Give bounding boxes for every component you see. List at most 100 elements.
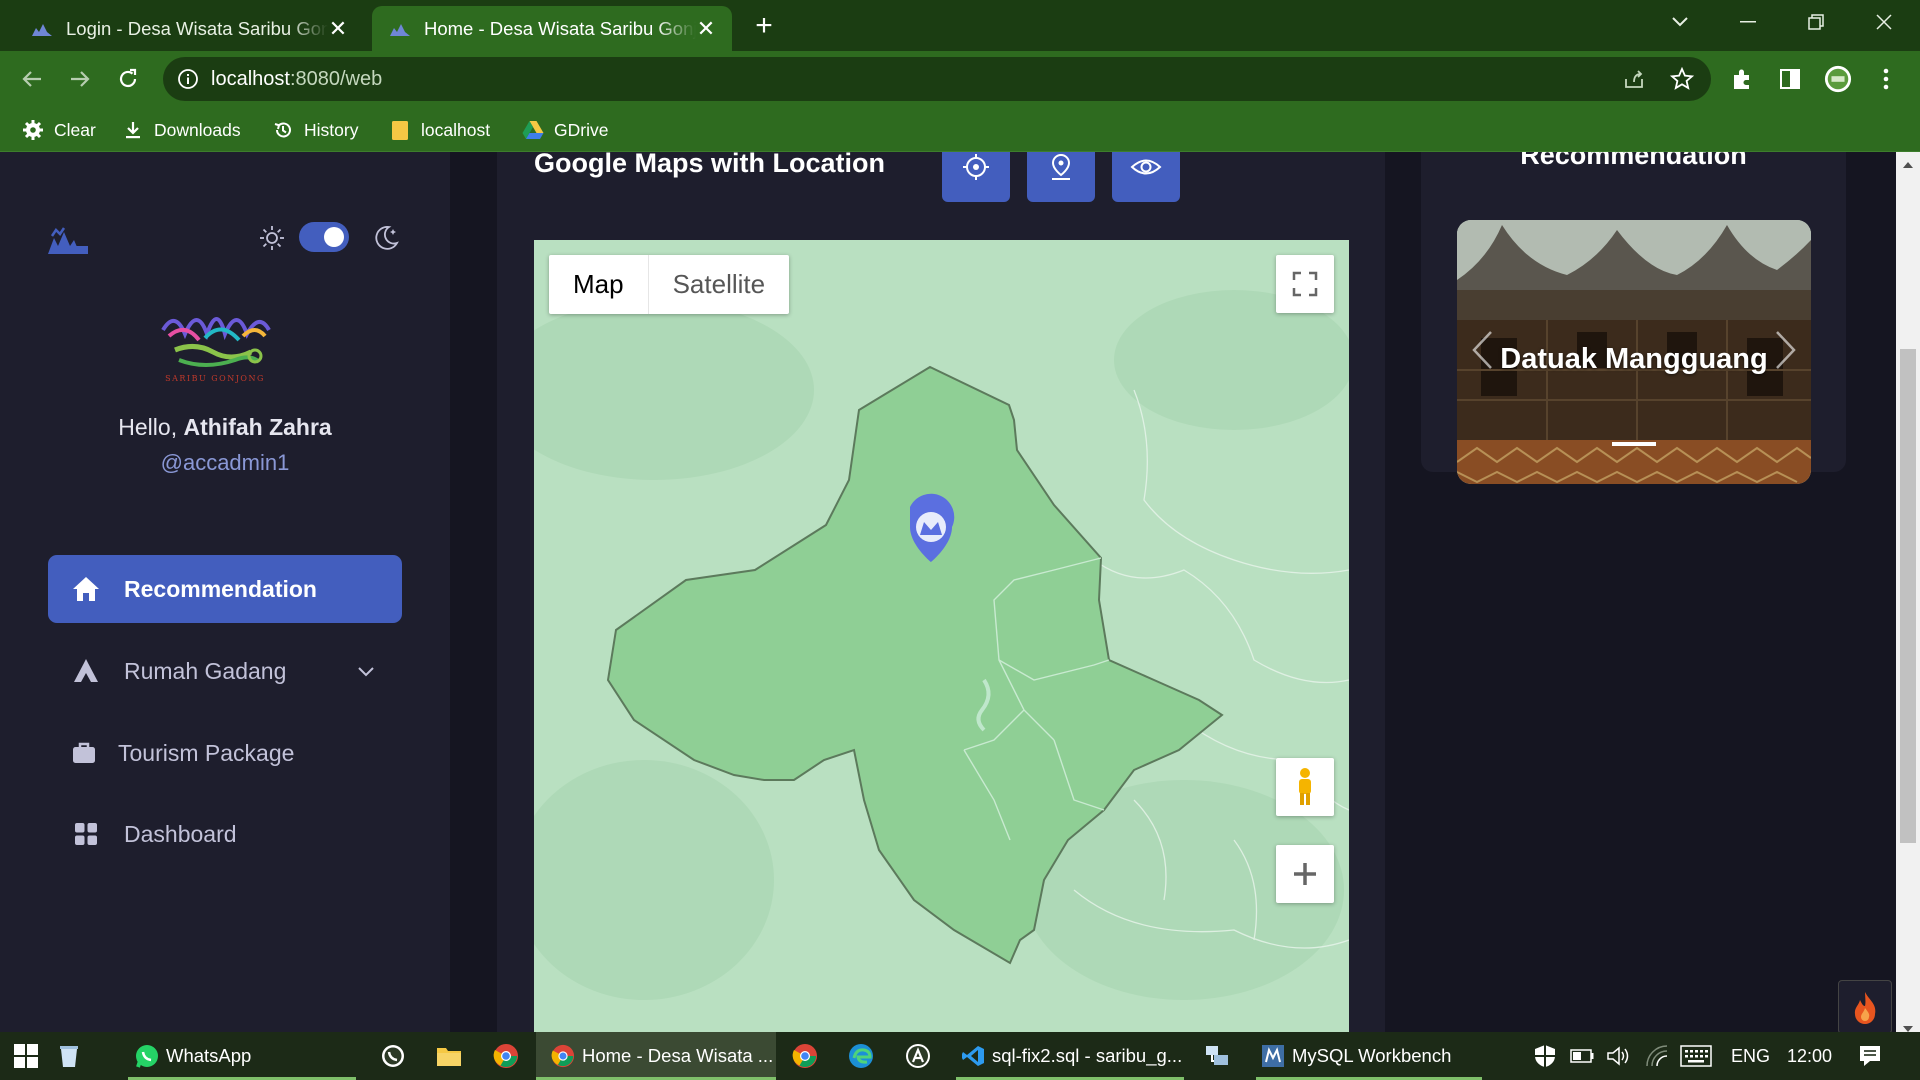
minimize-button[interactable]: [1728, 6, 1768, 38]
wifi-icon[interactable]: [1645, 1032, 1669, 1080]
close-window-button[interactable]: [1864, 6, 1904, 38]
sidebar-item-label: Recommendation: [124, 575, 317, 602]
bookmark-label: localhost: [421, 119, 491, 140]
scroll-up-icon[interactable]: [1902, 156, 1914, 174]
sidebar-item-recommendation[interactable]: Recommendation: [48, 555, 402, 623]
briefcase-icon: [68, 737, 100, 769]
zoom-in-button[interactable]: [1276, 845, 1334, 903]
url-text: localhost:8080/web: [211, 68, 382, 91]
scrollbar-thumb[interactable]: [1900, 349, 1916, 843]
taskbar-mysql-workbench[interactable]: MySQL Workbench: [1256, 1032, 1482, 1080]
taskbar-label: Home - Desa Wisata ...: [582, 1045, 774, 1066]
side-panel-icon[interactable]: [1776, 65, 1804, 93]
notification-center-icon[interactable]: [1858, 1032, 1882, 1080]
bookmark-clear[interactable]: Clear: [22, 116, 96, 144]
folder-icon: [389, 119, 411, 141]
sidebar-item-rumah-gadang[interactable]: Rumah Gadang: [48, 637, 402, 705]
taskbar-whatsapp-pinned[interactable]: [380, 1032, 406, 1080]
bookmark-star-icon[interactable]: [1668, 65, 1696, 93]
back-icon[interactable]: [16, 63, 48, 95]
bookmark-gdrive[interactable]: GDrive: [522, 116, 608, 144]
map-card-title: Google Maps with Location: [534, 152, 885, 178]
profile-avatar-icon[interactable]: [1824, 65, 1852, 93]
restore-button[interactable]: [1796, 6, 1836, 38]
taskbar-chrome-home[interactable]: Home - Desa Wisata ...: [536, 1032, 776, 1080]
site-favicon-icon: [388, 20, 412, 38]
share-icon[interactable]: [1620, 65, 1648, 93]
user-name: Athifah Zahra: [183, 414, 332, 440]
clock-time[interactable]: 12:00: [1787, 1032, 1832, 1080]
theme-toggle[interactable]: [299, 222, 349, 252]
tab-login[interactable]: Login - Desa Wisata Saribu Gonjong ✕: [14, 6, 364, 51]
url-path: :8080/web: [289, 67, 383, 90]
set-marker-button[interactable]: [1027, 152, 1095, 202]
current-location-button[interactable]: [942, 152, 1010, 202]
new-tab-button[interactable]: +: [748, 9, 780, 42]
site-favicon-icon: [30, 20, 54, 38]
firebase-emulator-icon[interactable]: [1838, 980, 1892, 1032]
taskbar-chrome[interactable]: [493, 1032, 519, 1080]
bookmark-localhost[interactable]: localhost: [389, 116, 490, 144]
folder-icon: [437, 1048, 461, 1066]
recommendation-carousel[interactable]: Datuak Mangguang: [1457, 220, 1811, 484]
sidebar-item-dashboard[interactable]: Dashboard: [48, 800, 402, 868]
page-scrollbar[interactable]: [1896, 152, 1920, 1032]
network-computer-icon: [1206, 1046, 1228, 1065]
battery-icon[interactable]: [1570, 1032, 1594, 1080]
windows-taskbar: WhatsApp Home - Desa Wisata ... sql-fix2…: [0, 1032, 1920, 1080]
reload-icon[interactable]: [112, 63, 144, 95]
close-tab-icon[interactable]: ✕: [328, 16, 348, 41]
view-area-button[interactable]: [1112, 152, 1180, 202]
carousel-prev-icon[interactable]: [1471, 330, 1493, 375]
extensions-icon[interactable]: [1728, 65, 1756, 93]
app-logo-icon[interactable]: [46, 224, 90, 258]
whatsapp-icon: [382, 1045, 404, 1067]
taskbar-vscode[interactable]: sql-fix2.sql - saribu_g...: [956, 1032, 1184, 1080]
sidebar-item-tourism-package[interactable]: Tourism Package: [48, 719, 402, 787]
map-canvas: [534, 240, 1349, 1032]
sun-icon: [258, 224, 286, 252]
tab-search-icon[interactable]: [1660, 6, 1700, 38]
page-viewport: SARIBU GONJONG Hello, Athifah Zahra @acc…: [0, 152, 1920, 1032]
home-icon: [70, 573, 102, 605]
browser-menu-icon[interactable]: [1872, 65, 1900, 93]
keyboard-icon[interactable]: [1680, 1032, 1712, 1080]
taskbar-app-store[interactable]: [905, 1032, 931, 1080]
scroll-down-icon[interactable]: [1902, 1020, 1914, 1032]
map-type-satellite[interactable]: Satellite: [649, 255, 790, 314]
tab-home[interactable]: Home - Desa Wisata Saribu Gonjong ✕: [372, 6, 732, 51]
volume-icon[interactable]: [1606, 1032, 1632, 1080]
input-language[interactable]: ENG: [1731, 1032, 1770, 1080]
carousel-indicator[interactable]: [1612, 442, 1656, 446]
recommendation-title: Recommendation: [1520, 152, 1747, 170]
tab-title: Login - Desa Wisata Saribu Gonjong: [66, 17, 328, 39]
chrome-icon: [792, 1044, 817, 1068]
street-view-pegman[interactable]: [1276, 758, 1334, 816]
start-button[interactable]: [14, 1032, 38, 1080]
site-info-icon[interactable]: [177, 68, 199, 90]
forward-icon[interactable]: [64, 63, 96, 95]
bookmark-label: GDrive: [554, 119, 609, 140]
address-bar[interactable]: localhost:8080/web: [163, 57, 1711, 101]
taskbar-file-explorer[interactable]: [436, 1032, 462, 1080]
user-handle: @accadmin1: [160, 450, 290, 475]
taskbar-edge[interactable]: [848, 1032, 874, 1080]
bookmark-history[interactable]: History: [272, 116, 358, 144]
close-tab-icon[interactable]: ✕: [696, 16, 716, 41]
taskbar-network-app[interactable]: [1204, 1032, 1230, 1080]
windows-security-icon[interactable]: [1534, 1032, 1556, 1080]
bookmark-downloads[interactable]: Downloads: [122, 116, 241, 144]
recycle-bin-icon[interactable]: [58, 1032, 80, 1080]
carousel-next-icon[interactable]: [1775, 330, 1797, 375]
map-pin-icon: [1051, 153, 1071, 180]
fullscreen-button[interactable]: [1276, 255, 1334, 313]
taskbar-whatsapp[interactable]: WhatsApp: [128, 1032, 356, 1080]
chrome-icon: [493, 1044, 518, 1068]
moon-icon: [372, 224, 400, 252]
url-host: localhost: [211, 67, 290, 90]
chrome-icon: [550, 1043, 576, 1069]
taskbar-label: sql-fix2.sql - saribu_g...: [992, 1045, 1183, 1066]
google-map[interactable]: Map Satellite: [534, 240, 1349, 1032]
map-type-map[interactable]: Map: [549, 255, 649, 314]
taskbar-chrome-2[interactable]: [792, 1032, 818, 1080]
